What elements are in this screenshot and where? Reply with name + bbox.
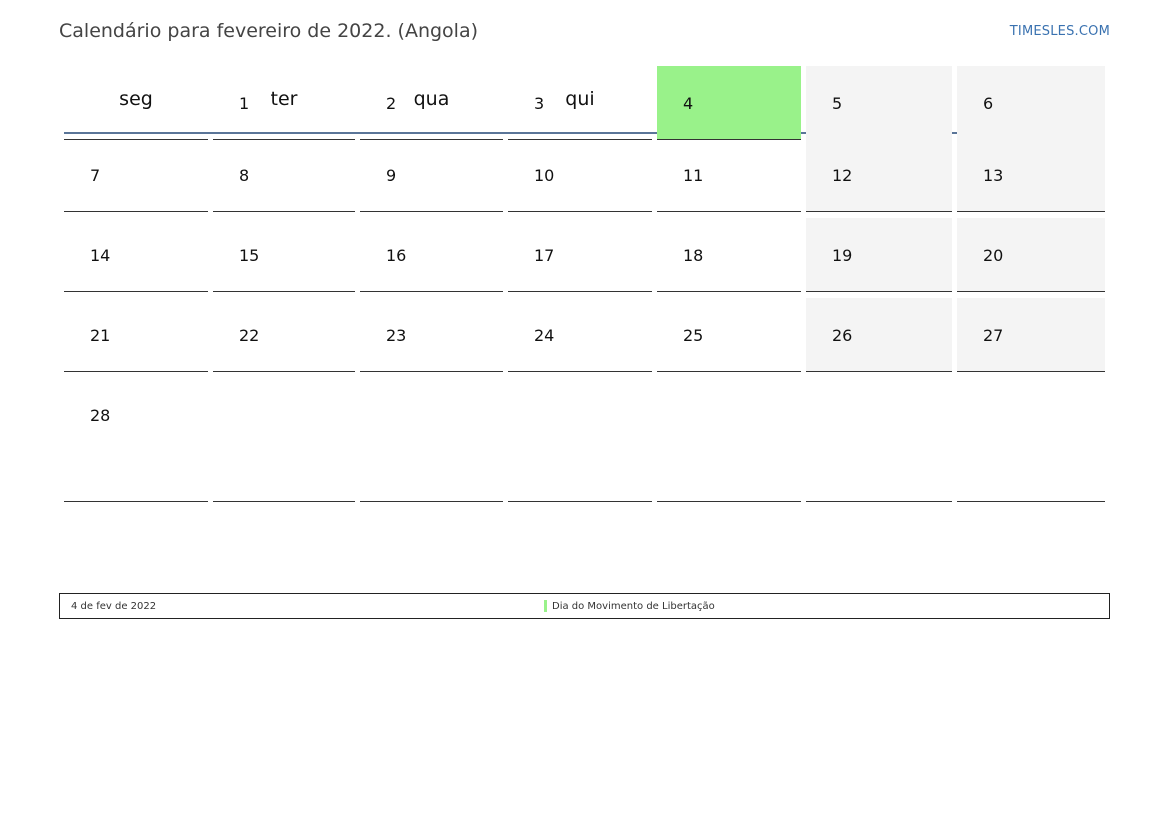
day-cell-14[interactable]: 14 [64,218,208,292]
day-cell-7[interactable]: 7 [64,138,208,212]
day-number: 11 [683,166,704,185]
day-cell-18[interactable]: 18 [657,218,801,292]
day-number: 8 [239,166,250,185]
day-number: 26 [832,326,853,345]
day-number: 3 [534,94,545,113]
day-number: 22 [239,326,260,345]
empty-day-cell [213,378,355,502]
day-number: 5 [832,94,843,113]
day-number: 7 [90,166,101,185]
day-number: 28 [90,406,111,425]
empty-day-cell [957,378,1105,502]
day-cell-16[interactable]: 16 [360,218,503,292]
empty-day-cell [360,378,503,502]
day-number: 1 [239,94,250,113]
day-cell-24[interactable]: 24 [508,298,652,372]
legend-date: 4 de fev de 2022 [71,601,157,612]
day-cell-1[interactable]: 1 [213,66,355,140]
empty-day-cell [64,66,208,140]
calendar-grid: segterquaquisexsábdom 123456789101112131… [64,60,1105,502]
day-cell-11[interactable]: 11 [657,138,801,212]
day-cell-23[interactable]: 23 [360,298,503,372]
day-cell-2[interactable]: 2 [360,66,503,140]
day-cell-20[interactable]: 20 [957,218,1105,292]
day-cell-22[interactable]: 22 [213,298,355,372]
day-number: 10 [534,166,555,185]
day-number: 2 [386,94,397,113]
day-number: 15 [239,246,260,265]
holiday-legend: 4 de fev de 2022 Dia do Movimento de Lib… [59,593,1110,619]
day-cell-9[interactable]: 9 [360,138,503,212]
day-cell-26[interactable]: 26 [806,298,952,372]
day-number: 17 [534,246,555,265]
day-number: 20 [983,246,1004,265]
day-cell-28[interactable]: 28 [64,378,208,502]
day-number: 6 [983,94,994,113]
day-cell-10[interactable]: 10 [508,138,652,212]
legend-holiday-name: Dia do Movimento de Libertação [552,601,715,612]
day-number: 4 [683,94,694,113]
day-number: 24 [534,326,555,345]
legend-color-marker [544,600,547,612]
page-title: Calendário para fevereiro de 2022. (Ango… [59,20,479,42]
day-cell-5[interactable]: 5 [806,66,952,140]
day-cell-4[interactable]: 4 [657,66,801,140]
day-number: 25 [683,326,704,345]
day-number: 21 [90,326,111,345]
empty-day-cell [508,378,652,502]
day-cell-8[interactable]: 8 [213,138,355,212]
empty-day-cell [806,378,952,502]
day-cell-25[interactable]: 25 [657,298,801,372]
brand-link[interactable]: TIMESLES.COM [1010,24,1110,39]
day-number: 27 [983,326,1004,345]
empty-day-cell [657,378,801,502]
day-number: 23 [386,326,407,345]
day-number: 16 [386,246,407,265]
day-number: 18 [683,246,704,265]
day-number: 19 [832,246,853,265]
day-cell-3[interactable]: 3 [508,66,652,140]
day-number: 9 [386,166,397,185]
day-cell-17[interactable]: 17 [508,218,652,292]
day-cell-12[interactable]: 12 [806,138,952,212]
day-cell-15[interactable]: 15 [213,218,355,292]
day-number: 14 [90,246,111,265]
day-cell-13[interactable]: 13 [957,138,1105,212]
day-cell-6[interactable]: 6 [957,66,1105,140]
day-number: 13 [983,166,1004,185]
day-cell-19[interactable]: 19 [806,218,952,292]
day-cell-27[interactable]: 27 [957,298,1105,372]
day-cell-21[interactable]: 21 [64,298,208,372]
day-number: 12 [832,166,853,185]
